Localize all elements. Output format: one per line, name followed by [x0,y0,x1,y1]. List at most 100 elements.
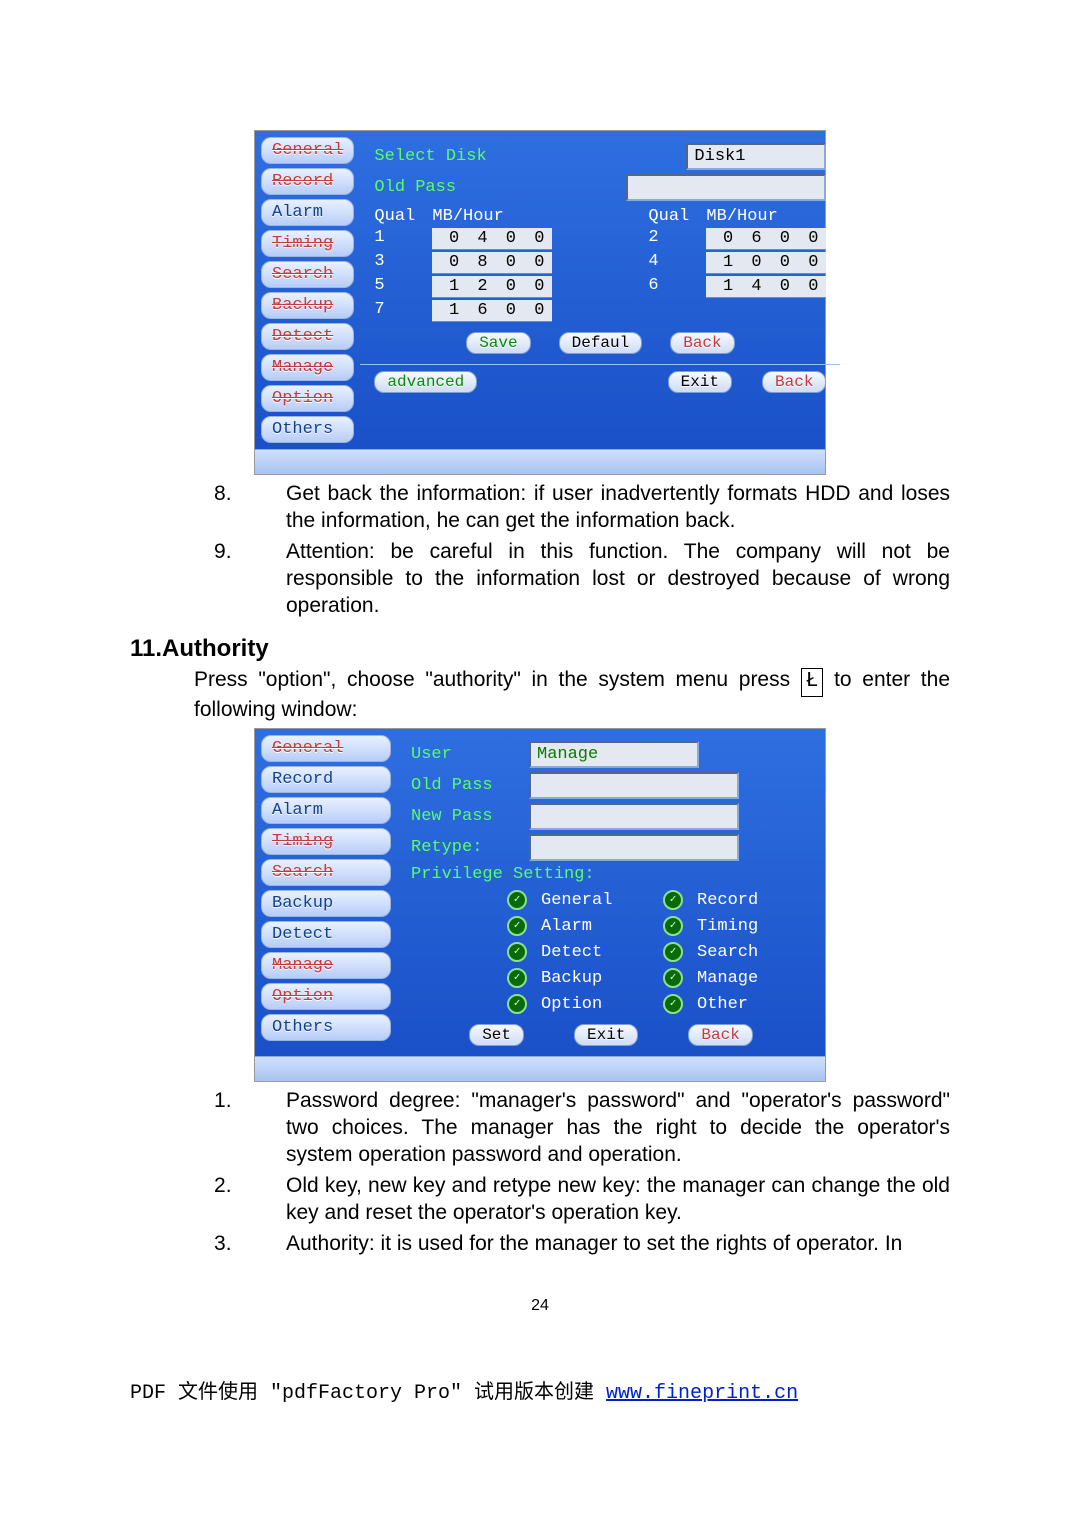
list-item: Attention: be careful in this function. … [250,539,950,620]
val-6[interactable]: 1 4 0 0 [706,276,826,298]
pdf-footer-link[interactable]: www.fineprint.cn [606,1382,798,1405]
dvr-panel-authority: General Record Alarm Timing Search Backu… [254,728,826,1082]
priv-label: Manage [697,969,807,988]
qual-5: 5 [374,276,414,298]
default-button[interactable]: Defaul [559,332,643,354]
old-pass-label: Old Pass [374,178,456,197]
val-5[interactable]: 1 2 0 0 [432,276,552,298]
user-label: User [411,745,521,764]
select-disk-input[interactable] [686,143,826,170]
sidebar-item-record[interactable]: Record [261,168,354,195]
user-select[interactable] [529,741,699,768]
priv-label: Backup [541,969,651,988]
priv-radio-search[interactable] [663,942,683,962]
priv-radio-timing[interactable] [663,916,683,936]
bitrate-table: Qual MB/Hour Qual MB/Hour 1 0 4 0 0 2 0 … [374,207,826,322]
panel-main: Select Disk Old Pass Qual MB/Hour Qual M… [360,131,840,449]
sidebar-item-detect[interactable]: Detect [261,921,391,948]
priv-label: Alarm [541,917,651,936]
list-item: Password degree: "manager's password" an… [250,1088,950,1169]
sidebar-item-alarm[interactable]: Alarm [261,797,391,824]
back-button[interactable]: Back [688,1024,752,1046]
exit-button[interactable]: Exit [574,1024,638,1046]
intro-a: Press "option", choose "authority" in th… [194,668,801,691]
sidebar-item-backup[interactable]: Backup [261,292,354,319]
status-bar [255,1056,825,1081]
priv-label: Timing [697,917,807,936]
priv-radio-manage[interactable] [663,968,683,988]
val-2[interactable]: 0 6 0 0 [706,228,826,250]
key-icon: Ł [801,668,824,697]
dvr-panel-manage: General Record Alarm Timing Search Backu… [254,130,826,475]
qual-6: 6 [648,276,688,298]
sidebar: General Record Alarm Timing Search Backu… [255,131,360,449]
qual-7: 7 [374,300,414,322]
pdf-footer-text: PDF 文件使用 "pdfFactory Pro" 试用版本创建 [130,1382,606,1405]
sidebar-item-record[interactable]: Record [261,766,391,793]
back-button[interactable]: Back [670,332,734,354]
retype-input[interactable] [529,834,739,861]
sidebar-item-general[interactable]: General [261,137,354,164]
set-button[interactable]: Set [469,1024,524,1046]
sidebar-item-search[interactable]: Search [261,261,354,288]
new-pass-input[interactable] [529,803,739,830]
advanced-button[interactable]: advanced [374,371,477,393]
qual-1: 1 [374,228,414,250]
val-7[interactable]: 1 6 0 0 [432,300,552,322]
old-pass-input[interactable] [626,174,826,201]
sidebar-item-timing[interactable]: Timing [261,230,354,257]
qual-2: 2 [648,228,688,250]
sidebar-item-option[interactable]: Option [261,983,391,1010]
priv-radio-detect[interactable] [507,942,527,962]
privilege-setting-label: Privilege Setting: [411,865,811,884]
sidebar-item-timing[interactable]: Timing [261,828,391,855]
val-3[interactable]: 0 8 0 0 [432,252,552,274]
panel-main: User Old Pass New Pass Retype: Privilege… [397,729,825,1056]
priv-label: Record [697,891,807,910]
sidebar-item-detect[interactable]: Detect [261,323,354,350]
col-mbhour-1: MB/Hour [432,207,552,226]
section-intro: Press "option", choose "authority" in th… [194,667,950,724]
qual-3: 3 [374,252,414,274]
sidebar-item-others[interactable]: Others [261,416,354,443]
body-text-2: Password degree: "manager's password" an… [130,1088,950,1257]
priv-radio-option[interactable] [507,994,527,1014]
old-pass-input[interactable] [529,772,739,799]
list-item: Authority: it is used for the manager to… [250,1231,950,1258]
sidebar-item-backup[interactable]: Backup [261,890,391,917]
sidebar-item-alarm[interactable]: Alarm [261,199,354,226]
sidebar: General Record Alarm Timing Search Backu… [255,729,397,1056]
sidebar-item-search[interactable]: Search [261,859,391,886]
priv-radio-record[interactable] [663,890,683,910]
page-number: 24 [130,1297,950,1315]
priv-radio-backup[interactable] [507,968,527,988]
sidebar-item-general[interactable]: General [261,735,391,762]
body-text-1: Get back the information: if user inadve… [130,481,950,619]
privilege-grid: General Record Alarm Timing Detect Searc… [507,890,811,1014]
back-button-2[interactable]: Back [762,371,826,393]
sidebar-item-manage[interactable]: Manage [261,952,391,979]
priv-label: Option [541,995,651,1014]
col-qual-2: Qual [648,207,688,226]
val-4[interactable]: 1 0 0 0 [706,252,826,274]
val-1[interactable]: 0 4 0 0 [432,228,552,250]
save-button[interactable]: Save [466,332,530,354]
col-qual-1: Qual [374,207,414,226]
col-mbhour-2: MB/Hour [706,207,826,226]
sidebar-item-others[interactable]: Others [261,1014,391,1041]
exit-button[interactable]: Exit [668,371,732,393]
retype-label: Retype: [411,838,521,857]
priv-radio-other[interactable] [663,994,683,1014]
qual-4: 4 [648,252,688,274]
status-bar [255,449,825,474]
priv-label: General [541,891,651,910]
sidebar-item-option[interactable]: Option [261,385,354,412]
priv-label: Detect [541,943,651,962]
list-item: Get back the information: if user inadve… [250,481,950,535]
select-disk-label: Select Disk [374,147,486,166]
list-item: Old key, new key and retype new key: the… [250,1173,950,1227]
priv-radio-alarm[interactable] [507,916,527,936]
sidebar-item-manage[interactable]: Manage [261,354,354,381]
section-title: 11.Authority [130,635,950,663]
priv-radio-general[interactable] [507,890,527,910]
